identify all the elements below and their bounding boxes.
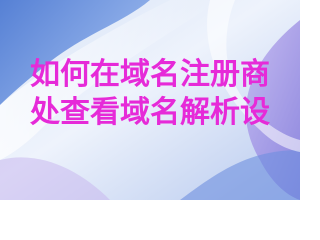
title-line-1: 如何在域名注册商 <box>30 57 270 92</box>
title-line-2: 处查看域名解析设 <box>30 95 270 130</box>
thumbnail-image: 如何在域名注册商 处查看域名解析设 <box>0 0 300 200</box>
page-title: 如何在域名注册商 处查看域名解析设 <box>0 56 300 132</box>
